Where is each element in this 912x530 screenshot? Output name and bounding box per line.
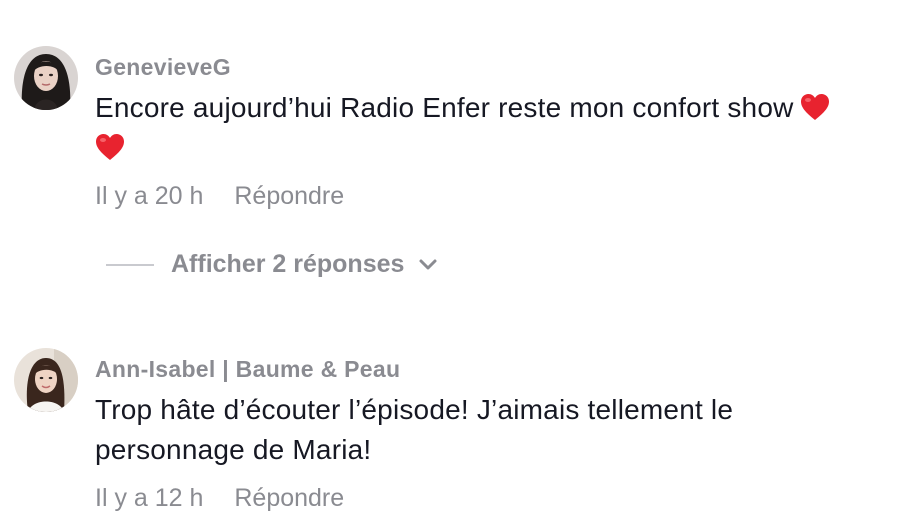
comment-text-line: Encore aujourd’hui Radio Enfer reste mon…: [95, 92, 794, 123]
reply-button[interactable]: Répondre: [234, 182, 344, 210]
show-replies-label: Afficher 2 réponses: [171, 250, 405, 278]
divider-line: [106, 263, 154, 266]
comment-text: Trop hâte d’écouter l’épisode! J’aimais …: [95, 390, 855, 470]
comment-text: Encore aujourd’hui Radio Enfer reste mon…: [95, 88, 895, 168]
comment-text-line: personnage de Maria!: [95, 434, 372, 465]
comment-meta: Il y a 20 h Répondre: [95, 182, 344, 211]
heart-emoji-icon: [800, 94, 829, 120]
reply-button[interactable]: Répondre: [234, 484, 344, 512]
comment-username[interactable]: Ann-Isabel | Baume & Peau: [95, 356, 400, 383]
comment-text-line: Trop hâte d’écouter l’épisode! J’aimais …: [95, 394, 734, 425]
comment-timestamp: Il y a 12 h: [95, 484, 204, 512]
show-replies-button[interactable]: Afficher 2 réponses: [106, 250, 438, 279]
heart-emoji-icon: [96, 134, 124, 160]
chevron-down-icon: [419, 259, 437, 269]
avatar[interactable]: [14, 46, 78, 110]
comment-meta: Il y a 12 h Répondre: [95, 484, 344, 513]
avatar[interactable]: [14, 348, 78, 412]
comment-timestamp: Il y a 20 h: [95, 182, 204, 210]
comment-username[interactable]: GenevieveG: [95, 54, 231, 81]
